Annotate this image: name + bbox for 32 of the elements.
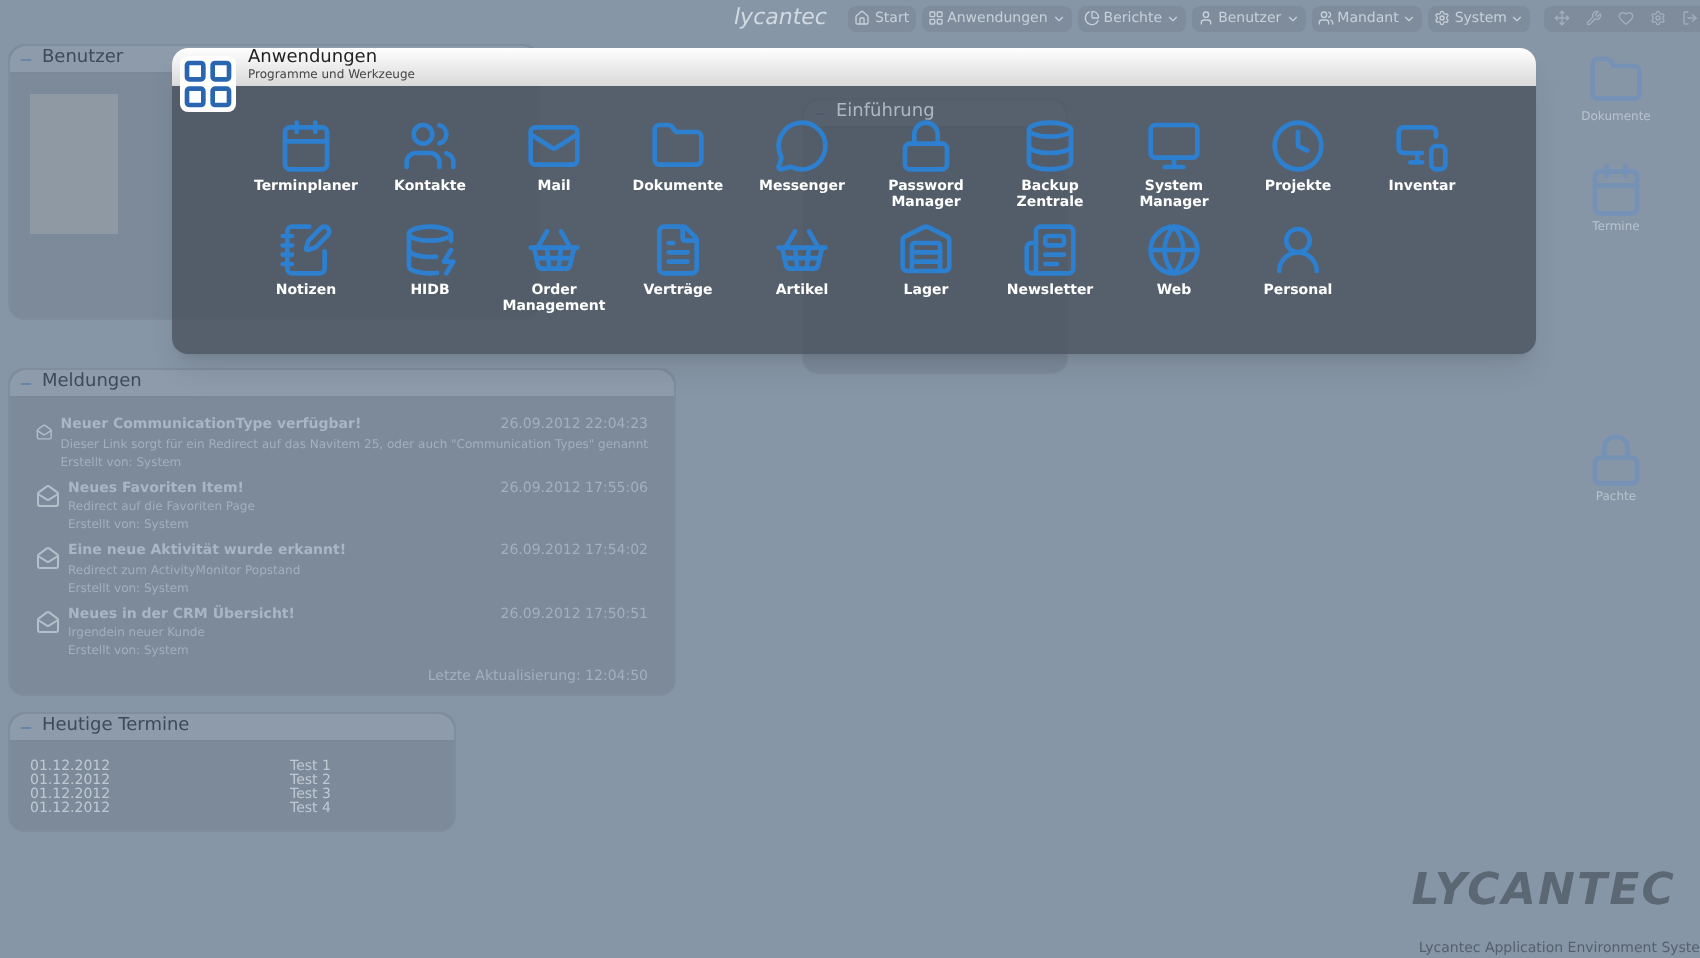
user-icon (1198, 10, 1215, 26)
brand-name: lycantec (734, 1, 827, 34)
settings-icon[interactable] (1650, 10, 1667, 26)
database-icon (1022, 118, 1078, 174)
panel-title: Meldungen (42, 369, 142, 396)
move-icon[interactable] (1554, 10, 1571, 26)
panel-title: Heutige Termine (42, 713, 190, 740)
heart-icon[interactable] (1618, 10, 1635, 26)
notepad-icon (278, 222, 334, 278)
home-icon (854, 10, 871, 26)
grid-icon (927, 10, 944, 26)
wrench-icon[interactable] (1586, 10, 1603, 26)
people-icon (402, 118, 458, 174)
pie-chart-icon (1083, 10, 1100, 26)
panel-title: Benutzer (42, 45, 124, 72)
speech-bubble-icon (774, 118, 830, 174)
message-icon (36, 546, 60, 570)
gear-icon (1434, 10, 1451, 26)
message-icon (36, 483, 60, 507)
calendar-icon (278, 118, 334, 174)
panel-title: Einführung (836, 99, 935, 126)
house-icon (898, 222, 954, 278)
message-icon (36, 609, 60, 633)
globe-icon (1146, 222, 1202, 278)
logout-icon[interactable] (1682, 10, 1699, 26)
users-icon (1317, 10, 1334, 26)
dialog-title: Anwendungen (248, 48, 380, 68)
monitor-icon (1146, 118, 1202, 174)
padlock-icon (898, 118, 954, 174)
message-icon (36, 420, 53, 444)
clock-icon (1270, 118, 1326, 174)
newspaper-icon (1022, 222, 1078, 278)
